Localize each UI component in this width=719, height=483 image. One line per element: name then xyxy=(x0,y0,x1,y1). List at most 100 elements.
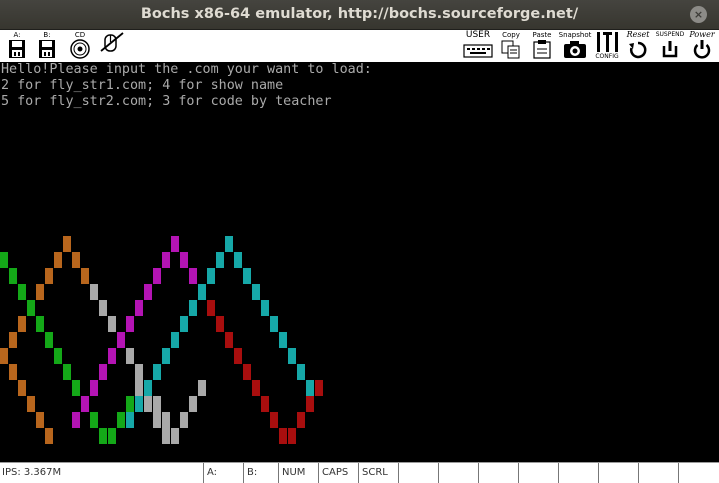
green-block xyxy=(63,364,71,380)
red-block xyxy=(252,380,260,396)
green-block xyxy=(126,396,134,412)
window-title: Bochs x86-64 emulator, http://bochs.sour… xyxy=(140,6,579,22)
status-slot xyxy=(438,463,478,483)
reset-icon xyxy=(629,41,647,59)
orange-block xyxy=(0,348,8,364)
copy-icon xyxy=(501,40,520,59)
magenta-block xyxy=(189,268,197,284)
cyan-block xyxy=(144,380,152,396)
orange-block xyxy=(63,236,71,252)
close-button[interactable]: × xyxy=(690,6,707,23)
magenta-block xyxy=(126,316,134,332)
magenta-block xyxy=(171,236,179,252)
green-block xyxy=(117,412,125,428)
gray-block xyxy=(135,364,143,380)
num-lock-indicator: NUM xyxy=(278,463,318,483)
title-bar[interactable]: Bochs x86-64 emulator, http://bochs.sour… xyxy=(0,0,719,30)
cdrom-button[interactable]: CD xyxy=(66,31,94,61)
gray-block xyxy=(90,284,98,300)
status-bar: IPS: 3.367M A: B: NUM CAPS SCRL xyxy=(0,462,719,483)
cyan-block xyxy=(225,236,233,252)
flying-string-pattern xyxy=(0,236,323,444)
red-block xyxy=(279,428,287,444)
green-block xyxy=(72,380,80,396)
green-block xyxy=(45,332,53,348)
cyan-block xyxy=(243,268,251,284)
orange-block xyxy=(9,364,17,380)
green-block xyxy=(36,316,44,332)
toolbar: A: B: CD USER Copy Paste Snapshot CONFIG… xyxy=(0,30,719,63)
floppy-b-button[interactable]: B: xyxy=(36,31,58,61)
gray-block xyxy=(144,396,152,412)
magenta-block xyxy=(162,252,170,268)
red-block xyxy=(288,428,296,444)
floppy-b-indicator: B: xyxy=(243,463,278,483)
magenta-block xyxy=(90,380,98,396)
user-button[interactable]: USER xyxy=(462,31,494,61)
cyan-block xyxy=(306,380,314,396)
config-button[interactable]: CONFIG xyxy=(592,31,622,61)
config-icon xyxy=(597,32,618,52)
gray-block xyxy=(135,380,143,396)
cyan-block xyxy=(171,332,179,348)
orange-block xyxy=(45,428,53,444)
floppy-icon xyxy=(39,40,55,58)
mouse-icon xyxy=(100,32,124,52)
magenta-block xyxy=(153,268,161,284)
red-block xyxy=(270,412,278,428)
cyan-block xyxy=(288,348,296,364)
orange-block xyxy=(72,252,80,268)
gray-block xyxy=(198,380,206,396)
power-icon xyxy=(693,40,711,59)
user-label: USER xyxy=(465,30,491,40)
gray-block xyxy=(126,348,134,364)
status-slot xyxy=(518,463,558,483)
red-block xyxy=(243,364,251,380)
cyan-block xyxy=(180,316,188,332)
camera-icon xyxy=(564,41,586,58)
red-block xyxy=(216,316,224,332)
status-slot xyxy=(638,463,678,483)
cyan-block xyxy=(135,396,143,412)
cyan-block xyxy=(162,348,170,364)
status-slot xyxy=(558,463,598,483)
snapshot-label: Snapshot xyxy=(558,31,592,39)
green-block xyxy=(99,428,107,444)
cdrom-label: CD xyxy=(74,31,86,39)
floppy-a-label: A: xyxy=(13,31,21,39)
caps-lock-indicator: CAPS xyxy=(318,463,358,483)
copy-button[interactable]: Copy xyxy=(498,31,524,61)
red-block xyxy=(297,412,305,428)
red-block xyxy=(234,348,242,364)
copy-label: Copy xyxy=(502,31,520,39)
gray-block xyxy=(153,396,161,412)
floppy-a-button[interactable]: A: xyxy=(6,31,28,61)
red-block xyxy=(207,300,215,316)
floppy-a-indicator: A: xyxy=(203,463,243,483)
magenta-block xyxy=(144,284,152,300)
cyan-block xyxy=(234,252,242,268)
paste-button[interactable]: Paste xyxy=(529,31,555,61)
config-label: CONFIG xyxy=(595,53,619,60)
cyan-block xyxy=(216,252,224,268)
cdrom-icon xyxy=(70,39,90,59)
red-block xyxy=(315,380,323,396)
red-block xyxy=(261,396,269,412)
power-button[interactable]: Power xyxy=(686,31,718,61)
green-block xyxy=(18,284,26,300)
snapshot-button[interactable]: Snapshot xyxy=(558,31,592,61)
gray-block xyxy=(162,412,170,428)
gray-block xyxy=(108,316,116,332)
orange-block xyxy=(18,380,26,396)
cyan-block xyxy=(153,364,161,380)
status-slot xyxy=(398,463,438,483)
emulator-screen[interactable]: Hello!Please input the .com your want to… xyxy=(0,62,719,462)
floppy-b-label: B: xyxy=(43,31,51,39)
red-block xyxy=(306,396,314,412)
reset-button[interactable]: Reset xyxy=(623,31,653,61)
reset-label: Reset xyxy=(626,30,650,39)
suspend-button[interactable]: SUSPEND xyxy=(654,31,686,61)
clipboard-icon xyxy=(533,40,551,59)
mouse-capture-button[interactable] xyxy=(98,31,126,61)
gray-block xyxy=(189,396,197,412)
